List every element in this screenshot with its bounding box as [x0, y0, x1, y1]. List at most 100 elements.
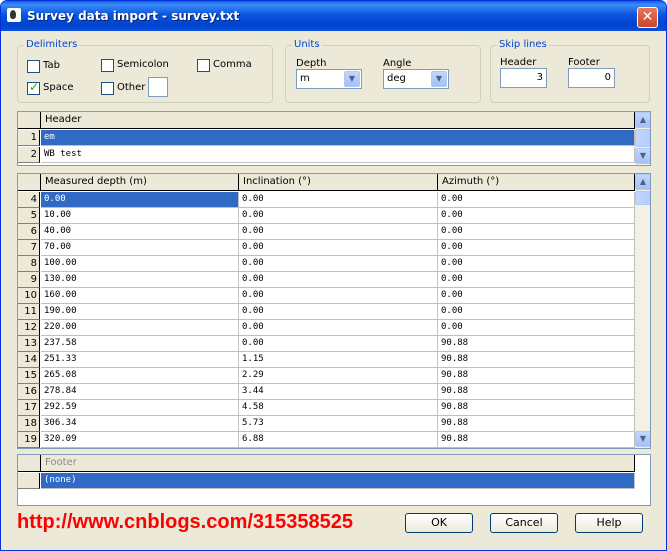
- space-checkbox-box[interactable]: [27, 80, 40, 95]
- scroll-up-icon[interactable]: ▲: [635, 174, 650, 190]
- row-number: 8: [18, 256, 40, 272]
- depth-select[interactable]: m ▼: [296, 69, 362, 89]
- azimuth-cell[interactable]: 0.00: [438, 304, 635, 320]
- semicolon-checkbox-box[interactable]: [101, 59, 114, 72]
- header-grid-corner: [18, 112, 41, 129]
- row-number: 15: [18, 368, 40, 384]
- inclination-cell[interactable]: 0.00: [239, 192, 438, 208]
- azimuth-cell[interactable]: 0.00: [438, 240, 635, 256]
- azimuth-cell[interactable]: 0.00: [438, 256, 635, 272]
- measured-depth-cell[interactable]: 130.00: [41, 272, 239, 288]
- help-button[interactable]: Help: [575, 513, 643, 533]
- app-icon: [7, 8, 21, 22]
- watermark-url: http://www.cnblogs.com/315358525: [17, 511, 354, 533]
- measured-depth-cell[interactable]: 292.59: [41, 400, 239, 416]
- inclination-cell[interactable]: 0.00: [239, 240, 438, 256]
- scroll-thumb[interactable]: [635, 191, 650, 205]
- depth-value: m: [300, 73, 310, 84]
- row-number: 12: [18, 320, 40, 336]
- skip-header-label: Header: [500, 57, 537, 68]
- measured-depth-cell[interactable]: 237.58: [41, 336, 239, 352]
- measured-depth-cell[interactable]: 100.00: [41, 256, 239, 272]
- azimuth-cell[interactable]: 90.88: [438, 432, 635, 448]
- row-number: 16: [18, 384, 40, 400]
- azimuth-cell[interactable]: 0.00: [438, 272, 635, 288]
- other-checkbox-box[interactable]: [101, 82, 114, 95]
- tab-checkbox-box[interactable]: [27, 60, 40, 73]
- inclination-cell[interactable]: 0.00: [239, 208, 438, 224]
- azimuth-cell[interactable]: 90.88: [438, 400, 635, 416]
- chevron-down-icon[interactable]: ▼: [344, 71, 360, 87]
- azimuth-cell[interactable]: 90.88: [438, 384, 635, 400]
- column-inclination[interactable]: Inclination (°): [239, 174, 438, 191]
- measured-depth-cell[interactable]: 0.00: [41, 192, 239, 208]
- azimuth-cell[interactable]: 0.00: [438, 224, 635, 240]
- inclination-cell[interactable]: 4.58: [239, 400, 438, 416]
- survey-data-grid[interactable]: Measured depth (m) Inclination (°) Azimu…: [17, 173, 651, 449]
- inclination-cell[interactable]: 0.00: [239, 256, 438, 272]
- measured-depth-cell[interactable]: 10.00: [41, 208, 239, 224]
- inclination-cell[interactable]: 1.15: [239, 352, 438, 368]
- footer-grid-column[interactable]: Footer: [41, 455, 635, 472]
- measured-depth-cell[interactable]: 251.33: [41, 352, 239, 368]
- title-bar[interactable]: Survey data import - survey.txt ✕: [1, 1, 666, 31]
- skip-header-input[interactable]: 3: [500, 68, 547, 88]
- row-number: 4: [18, 192, 40, 208]
- measured-depth-cell[interactable]: 306.34: [41, 416, 239, 432]
- footer-grid[interactable]: Footer (none): [17, 454, 651, 506]
- comma-checkbox-box[interactable]: [197, 59, 210, 72]
- measured-depth-cell[interactable]: 190.00: [41, 304, 239, 320]
- inclination-cell[interactable]: 0.00: [239, 304, 438, 320]
- measured-depth-cell[interactable]: 220.00: [41, 320, 239, 336]
- skip-footer-value: 0: [604, 72, 611, 83]
- scroll-down-icon[interactable]: ▼: [635, 431, 650, 447]
- header-grid-column[interactable]: Header: [41, 112, 635, 129]
- cancel-button[interactable]: Cancel: [490, 513, 558, 533]
- scroll-thumb[interactable]: [635, 129, 650, 147]
- measured-depth-cell[interactable]: 278.84: [41, 384, 239, 400]
- inclination-cell[interactable]: 0.00: [239, 336, 438, 352]
- measured-depth-cell[interactable]: 40.00: [41, 224, 239, 240]
- inclination-cell[interactable]: 2.29: [239, 368, 438, 384]
- measured-depth-cell[interactable]: 70.00: [41, 240, 239, 256]
- azimuth-cell[interactable]: 0.00: [438, 320, 635, 336]
- angle-select[interactable]: deg ▼: [383, 69, 449, 89]
- measured-depth-cell[interactable]: 160.00: [41, 288, 239, 304]
- inclination-cell[interactable]: 0.00: [239, 320, 438, 336]
- angle-label: Angle: [383, 58, 412, 69]
- inclination-cell[interactable]: 0.00: [239, 224, 438, 240]
- inclination-cell[interactable]: 0.00: [239, 272, 438, 288]
- header-row-cell[interactable]: WB test: [41, 147, 635, 163]
- chevron-down-icon[interactable]: ▼: [431, 71, 447, 87]
- azimuth-cell[interactable]: 0.00: [438, 192, 635, 208]
- space-label: Space: [43, 82, 74, 93]
- azimuth-cell[interactable]: 0.00: [438, 288, 635, 304]
- row-number: 13: [18, 336, 40, 352]
- azimuth-cell[interactable]: 0.00: [438, 208, 635, 224]
- skip-footer-input[interactable]: 0: [568, 68, 615, 88]
- measured-depth-cell[interactable]: 320.09: [41, 432, 239, 448]
- tab-label: Tab: [43, 60, 60, 71]
- inclination-cell[interactable]: 0.00: [239, 288, 438, 304]
- scroll-down-icon[interactable]: ▼: [635, 148, 650, 164]
- other-delimiter-input[interactable]: [148, 77, 168, 97]
- column-azimuth[interactable]: Azimuth (°): [438, 174, 635, 191]
- ok-button[interactable]: OK: [405, 513, 473, 533]
- azimuth-cell[interactable]: 90.88: [438, 416, 635, 432]
- header-grid[interactable]: Header 1 em 2 WB test ▲ ▼: [17, 111, 651, 166]
- azimuth-cell[interactable]: 90.88: [438, 336, 635, 352]
- measured-depth-cell[interactable]: 265.08: [41, 368, 239, 384]
- column-measured-depth[interactable]: Measured depth (m): [41, 174, 239, 191]
- scroll-up-icon[interactable]: ▲: [635, 112, 650, 128]
- inclination-cell[interactable]: 5.73: [239, 416, 438, 432]
- azimuth-cell[interactable]: 90.88: [438, 352, 635, 368]
- footer-row-cell[interactable]: (none): [41, 473, 635, 489]
- data-grid-scrollbar[interactable]: ▲ ▼: [635, 174, 650, 448]
- inclination-cell[interactable]: 3.44: [239, 384, 438, 400]
- angle-value: deg: [387, 73, 406, 84]
- header-grid-scrollbar[interactable]: ▲ ▼: [635, 112, 650, 165]
- inclination-cell[interactable]: 6.88: [239, 432, 438, 448]
- header-row-cell[interactable]: em: [41, 130, 635, 146]
- close-button[interactable]: ✕: [637, 7, 658, 28]
- azimuth-cell[interactable]: 90.88: [438, 368, 635, 384]
